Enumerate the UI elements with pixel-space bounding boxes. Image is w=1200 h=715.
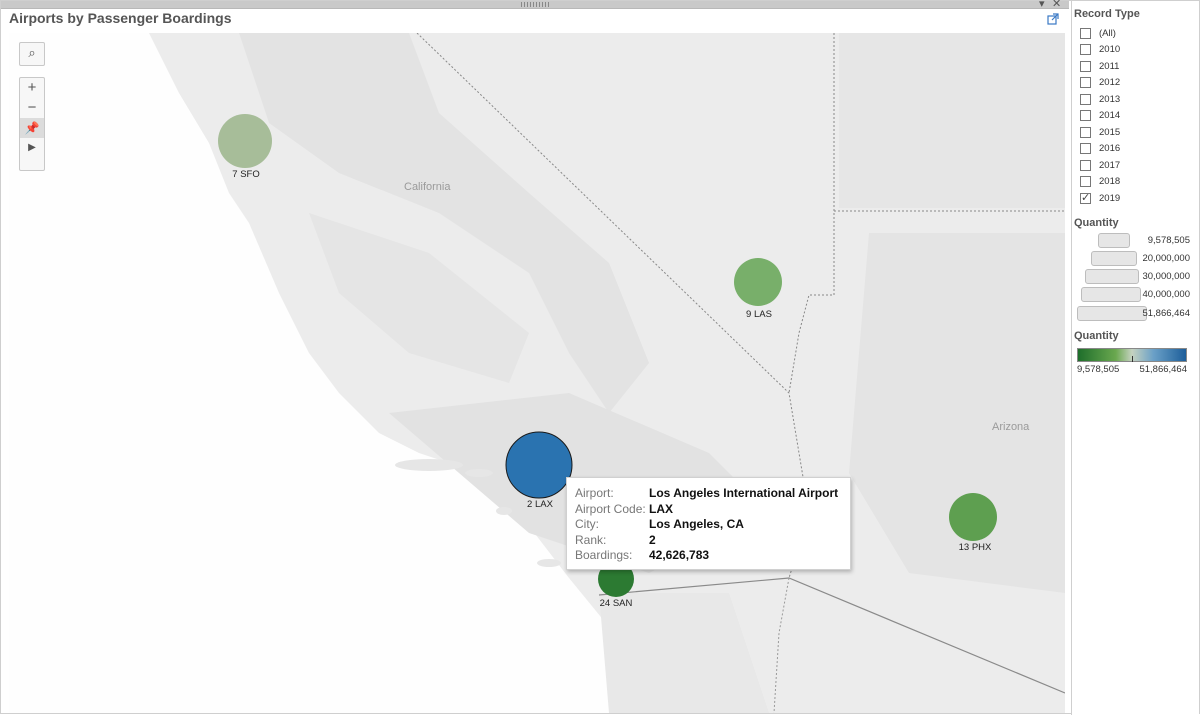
size-legend-item: 9,578,505 (1072, 232, 1194, 248)
checkbox-label: 2016 (1099, 142, 1121, 154)
tooltip-key: Rank: (575, 532, 607, 547)
tooltip-value: 2 (649, 532, 656, 547)
channel-island-2 (465, 469, 493, 477)
map-zoom-toolbar: + − 📌 ▶ (19, 77, 45, 171)
airport-bubble-phx[interactable] (949, 493, 997, 541)
checkbox[interactable] (1080, 27, 1091, 39)
tooltip-value: Los Angeles, CA (649, 517, 744, 531)
checkbox-label: 2017 (1099, 159, 1121, 171)
checkbox[interactable] (1080, 93, 1091, 105)
record-type-filter-title: Record Type (1074, 8, 1140, 20)
tooltip-key: Boardings: (575, 548, 633, 562)
airport-tooltip: Airport: Los Angeles International Airpo… (566, 477, 851, 570)
drag-grip[interactable] (521, 2, 551, 7)
checkbox[interactable] (1080, 60, 1091, 72)
tooltip-row-boardings: Boardings: 42,626,783 (575, 548, 842, 564)
airport-label-las: 9 LAS (746, 309, 772, 320)
play-icon[interactable]: ▶ (20, 138, 44, 158)
tooltip-key: Airport: (575, 486, 614, 500)
airport-bubble-lax[interactable] (505, 431, 573, 499)
filter-option-2019[interactable]: 2019 (1080, 190, 1120, 206)
basemap (149, 33, 1065, 713)
tooltip-row-code: Airport Code: LAX (575, 502, 842, 518)
filter-option-2014[interactable]: 2014 (1080, 107, 1120, 123)
tooltip-value: 42,626,783 (649, 548, 710, 562)
checkbox[interactable] (1080, 109, 1091, 121)
filter-option-all[interactable]: (All) (1080, 25, 1116, 41)
channel-island-4 (537, 559, 561, 567)
filter-option-2015[interactable]: 2015 (1080, 124, 1120, 140)
zoom-out-button[interactable]: − (20, 98, 44, 118)
checkbox[interactable] (1080, 175, 1091, 187)
tooltip-row-city: City: Los Angeles, CA (575, 517, 842, 533)
worksheet-title: Airports by Passenger Boardings (9, 10, 232, 26)
checkbox-label: 2013 (1099, 93, 1121, 105)
size-legend-label: 9,578,505 (1147, 235, 1190, 246)
color-legend-marker (1132, 356, 1133, 362)
airport-label-lax: 2 LAX (527, 499, 553, 510)
checkbox-label: 2015 (1099, 126, 1121, 138)
map-search-toolbar: ⌕ (19, 42, 45, 66)
airport-label-san: 24 SAN (599, 598, 633, 609)
filter-option-2018[interactable]: 2018 (1080, 173, 1120, 189)
legend-panel: Record Type (All) 2010 2011 2012 2013 20… (1071, 1, 1199, 715)
map-view[interactable]: California Arizona 7 SFO 9 LAS 2 LAX 24 … (9, 33, 1065, 713)
channel-island-3 (496, 507, 512, 515)
size-legend-label: 30,000,000 (1142, 271, 1190, 282)
state-label-california: California (404, 181, 451, 193)
checkbox[interactable] (1080, 126, 1091, 138)
airport-bubble-sfo[interactable] (218, 114, 272, 168)
filter-option-2016[interactable]: 2016 (1080, 140, 1120, 156)
filter-option-2012[interactable]: 2012 (1080, 74, 1120, 90)
color-legend-max: 51,866,464 (1139, 364, 1187, 375)
checkbox[interactable] (1080, 142, 1091, 154)
size-legend-item: 51,866,464 (1072, 305, 1194, 321)
airport-label-sfo: 7 SFO (232, 169, 260, 180)
filter-option-2017[interactable]: 2017 (1080, 157, 1120, 173)
tooltip-row-airport: Airport: Los Angeles International Airpo… (575, 486, 842, 502)
popout-icon[interactable] (1047, 13, 1059, 25)
channel-island-1 (395, 459, 463, 471)
checkbox-label: 2019 (1099, 192, 1121, 204)
magnifier-icon[interactable]: ⌕ (20, 43, 44, 63)
filter-option-2010[interactable]: 2010 (1080, 41, 1120, 57)
tooltip-value: LAX (649, 501, 673, 516)
size-legend-item: 30,000,000 (1072, 268, 1194, 284)
size-legend-label: 51,866,464 (1142, 308, 1190, 319)
tooltip-key: Airport Code: (575, 501, 646, 516)
terrain-nevada (839, 33, 1065, 208)
tooltip-row-rank: Rank: 2 (575, 533, 842, 549)
tooltip-key: City: (575, 517, 599, 531)
checkbox-label: 2011 (1099, 60, 1120, 72)
size-legend-label: 20,000,000 (1142, 253, 1190, 264)
zoom-in-button[interactable]: + (20, 78, 44, 98)
checkbox-checked[interactable] (1080, 191, 1091, 204)
worksheet-title-bar: Airports by Passenger Boardings (1, 9, 1069, 33)
filter-option-2011[interactable]: 2011 (1080, 58, 1119, 74)
frame-top-strip: ▾ ✕ (1, 0, 1069, 10)
tooltip-value: Los Angeles International Airport (649, 486, 839, 500)
checkbox-label: (All) (1099, 27, 1116, 39)
checkbox[interactable] (1080, 159, 1091, 171)
airport-label-phx: 13 PHX (958, 542, 992, 553)
checkbox-label: 2014 (1099, 109, 1121, 121)
color-legend-title: Quantity (1074, 330, 1119, 342)
airport-bubble-las[interactable] (734, 258, 782, 306)
filter-option-2013[interactable]: 2013 (1080, 91, 1120, 107)
pin-icon[interactable]: 📌 (20, 118, 44, 138)
state-label-arizona: Arizona (992, 421, 1030, 433)
checkbox-label: 2018 (1099, 175, 1121, 187)
checkbox-label: 2010 (1099, 43, 1121, 55)
size-legend-item: 40,000,000 (1072, 286, 1194, 302)
checkbox[interactable] (1080, 76, 1091, 88)
dashboard-window: ▾ ✕ Airports by Passenger Boardings Cali… (0, 0, 1200, 715)
size-legend-label: 40,000,000 (1142, 289, 1190, 300)
checkbox[interactable] (1080, 43, 1091, 55)
color-legend-min: 9,578,505 (1077, 364, 1120, 375)
checkbox-label: 2012 (1099, 76, 1121, 88)
size-legend-title: Quantity (1074, 217, 1119, 229)
size-legend-item: 20,000,000 (1072, 250, 1194, 266)
